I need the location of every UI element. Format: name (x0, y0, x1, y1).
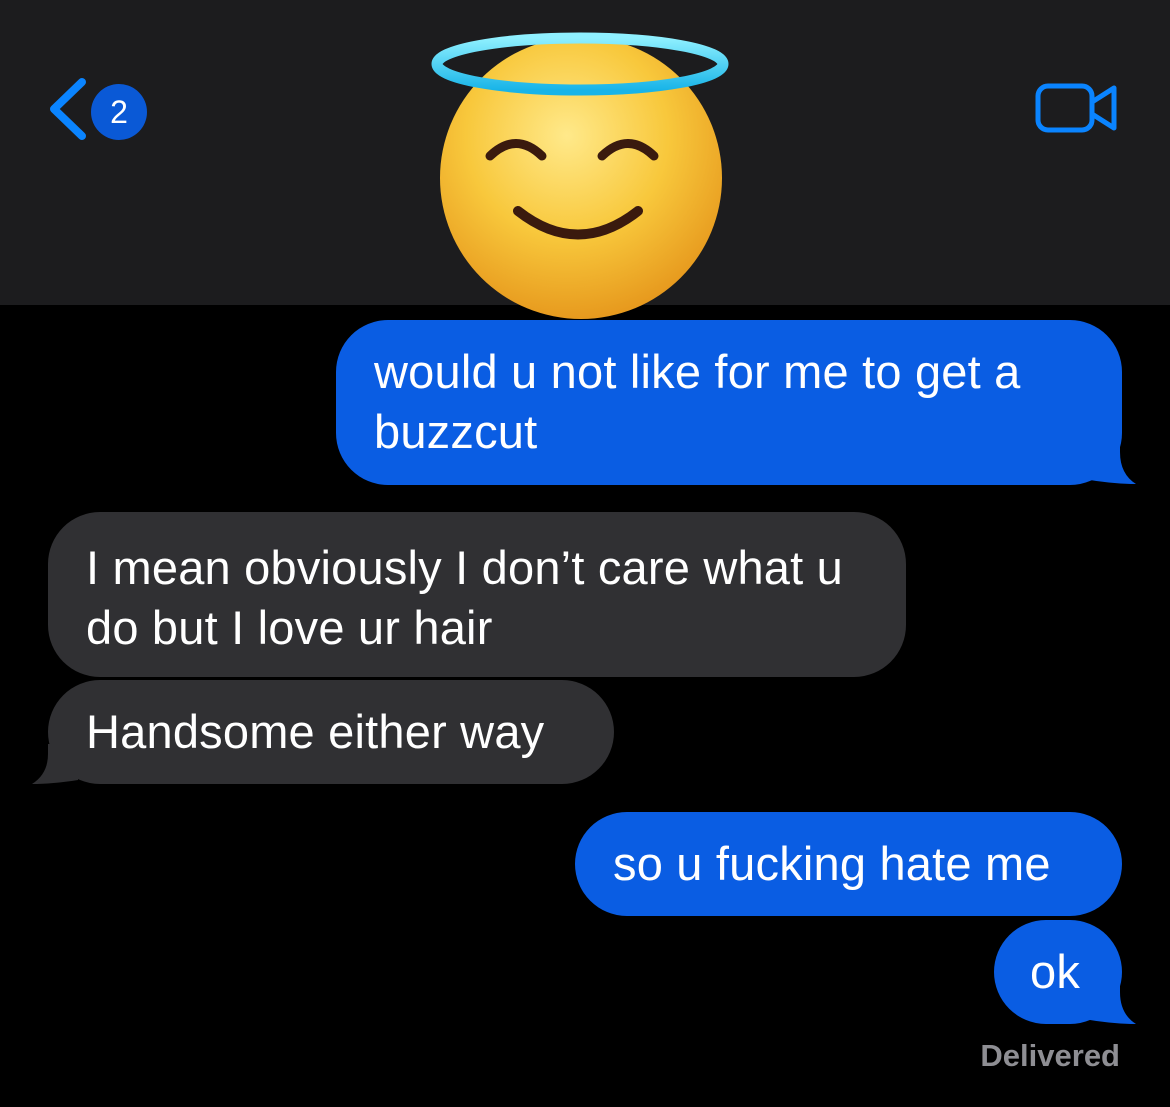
outgoing-bubble-tail (1090, 982, 1136, 1024)
message-text: would u not like for me to get a buzzcut (374, 345, 1021, 458)
outgoing-message-bubble[interactable]: so u fucking hate me (575, 812, 1122, 916)
facetime-video-button[interactable] (1034, 80, 1120, 136)
back-button[interactable]: 2 (44, 76, 154, 142)
outgoing-bubble-tail (1090, 440, 1136, 484)
incoming-message-bubble[interactable]: Handsome either way (48, 680, 614, 784)
delivery-status: Delivered (980, 1038, 1120, 1073)
contact-avatar-smiling-face-with-halo-icon[interactable] (428, 26, 734, 322)
message-text: Handsome either way (86, 705, 545, 758)
message-text: so u fucking hate me (613, 837, 1051, 890)
message-text: ok (1030, 945, 1081, 998)
chevron-left-icon (50, 78, 86, 140)
outgoing-message-bubble[interactable]: would u not like for me to get a buzzcut (336, 320, 1122, 485)
video-camera-icon (1035, 83, 1117, 133)
unread-count-badge: 2 (91, 84, 147, 140)
incoming-message-bubble[interactable]: I mean obviously I don’t care what u do … (48, 512, 906, 677)
message-text: I mean obviously I don’t care what u do … (86, 541, 843, 654)
incoming-bubble-tail (32, 744, 78, 784)
